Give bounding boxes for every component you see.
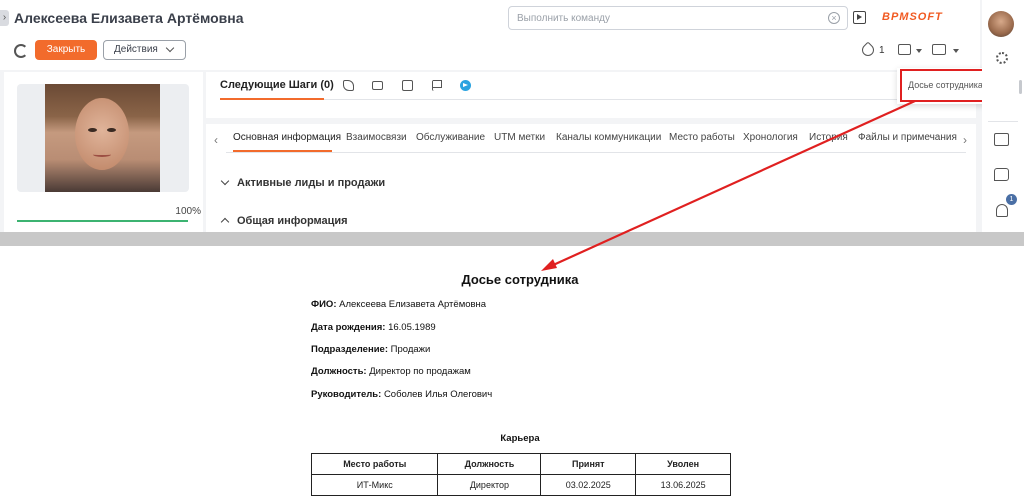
top-bar: › Алексеева Елизавета Артёмовна Выполнит… xyxy=(0,0,980,36)
brand-logo: BPMSOFT xyxy=(882,11,943,23)
table-cell: 13.06.2025 xyxy=(635,474,731,496)
tabs-divider xyxy=(226,152,966,153)
field-full-name: ФИО: Алексеева Елизавета Артёмовна xyxy=(311,299,486,310)
next-steps-panel: Следующие Шаги (0) xyxy=(206,72,976,118)
view-icon[interactable] xyxy=(932,44,946,55)
completion-bar-fill xyxy=(17,220,188,222)
bell-icon[interactable] xyxy=(996,204,1008,217)
completion-percent: 100% xyxy=(175,206,201,217)
career-title: Карьера xyxy=(500,433,540,444)
notification-badge: 1 xyxy=(1006,194,1017,205)
field-department: Подразделение: Продажи xyxy=(311,344,430,355)
active-tab-underline xyxy=(233,150,332,152)
table-cell: Директор xyxy=(437,474,542,496)
chevron-down-icon xyxy=(220,176,230,186)
scrollbar[interactable] xyxy=(1019,80,1022,94)
flag-icon[interactable] xyxy=(432,80,443,91)
employee-photo[interactable] xyxy=(45,84,160,192)
field-label: Подразделение: xyxy=(311,344,388,355)
photo-face xyxy=(75,98,129,170)
refresh-icon[interactable] xyxy=(14,44,28,58)
next-steps-title[interactable]: Следующие Шаги (0) xyxy=(220,79,334,91)
section-general[interactable]: Общая информация xyxy=(220,215,348,227)
field-position: Должность: Директор по продажам xyxy=(311,366,471,377)
tag-icon[interactable] xyxy=(859,41,877,59)
tabs-scroll-right-icon[interactable]: › xyxy=(963,133,967,147)
right-rail: 1 xyxy=(982,0,1024,232)
column-header: Должность xyxy=(437,453,542,475)
video-play-icon[interactable] xyxy=(853,11,866,24)
field-value: Алексеева Елизавета Артёмовна xyxy=(339,299,487,310)
tab-utm[interactable]: UTM метки xyxy=(494,132,545,143)
tag-count: 1 xyxy=(879,45,885,56)
tabs-scroll-left-icon[interactable]: ‹ xyxy=(214,133,218,147)
actions-button[interactable]: Действия xyxy=(103,40,186,60)
view-dropdown-icon[interactable] xyxy=(953,49,959,53)
photo-frame xyxy=(17,84,189,192)
record-toolbar: Закрыть Действия 1 xyxy=(0,36,980,70)
section-leads-label: Активные лиды и продажи xyxy=(237,177,386,189)
clear-icon[interactable]: × xyxy=(828,12,840,24)
table-cell: ИТ-Микс xyxy=(310,474,439,496)
completion-bar xyxy=(17,220,188,222)
gear-icon[interactable] xyxy=(996,52,1008,64)
profile-card: 100% xyxy=(4,72,203,232)
chevron-up-icon xyxy=(220,217,230,227)
tab-files[interactable]: Файлы и примечания xyxy=(858,132,957,143)
separator-strip xyxy=(0,232,1024,246)
field-value: Продажи xyxy=(390,344,431,355)
mail-icon[interactable] xyxy=(994,133,1009,146)
print-icon[interactable] xyxy=(898,44,911,55)
field-label: Руководитель: xyxy=(311,389,382,400)
tab-service[interactable]: Обслуживание xyxy=(416,132,485,143)
photo-eye-right xyxy=(107,128,116,132)
mail-icon[interactable] xyxy=(372,81,383,90)
column-header: Принят xyxy=(540,453,637,475)
tabs-panel: ‹ Основная информация Взаимосвязи Обслуж… xyxy=(206,124,976,232)
next-steps-active-underline xyxy=(220,98,324,100)
close-button[interactable]: Закрыть xyxy=(35,40,97,60)
tab-timeline[interactable]: Хронология xyxy=(743,132,798,143)
field-label: ФИО: xyxy=(311,299,337,310)
tab-channels[interactable]: Каналы коммуникации xyxy=(556,132,661,143)
page-title: Алексеева Елизавета Артёмовна xyxy=(14,10,244,26)
section-leads[interactable]: Активные лиды и продажи xyxy=(220,176,386,189)
command-search-input[interactable]: Выполнить команду × xyxy=(508,6,848,30)
tab-history[interactable]: История xyxy=(809,132,848,143)
photo-eye-left xyxy=(88,128,97,132)
tab-relations[interactable]: Взаимосвязи xyxy=(346,132,407,143)
rail-divider xyxy=(988,121,1018,122)
search-placeholder: Выполнить команду xyxy=(517,13,610,24)
collapse-handle[interactable]: › xyxy=(0,10,9,26)
tab-workplace[interactable]: Место работы xyxy=(669,132,735,143)
avatar[interactable] xyxy=(988,11,1014,37)
column-header: Уволен xyxy=(635,453,731,475)
print-dropdown-icon[interactable] xyxy=(916,49,922,53)
column-header: Место работы xyxy=(310,453,439,475)
field-birth-date: Дата рождения: 16.05.1989 xyxy=(311,322,436,333)
chat-icon[interactable] xyxy=(994,168,1009,181)
photo-mouth xyxy=(93,152,111,157)
table-cell: 03.02.2025 xyxy=(540,474,637,496)
chevron-down-icon xyxy=(165,43,175,53)
arrow-head xyxy=(541,259,557,271)
field-label: Должность: xyxy=(311,366,367,377)
app-window: › Алексеева Елизавета Артёмовна Выполнит… xyxy=(0,0,1024,232)
phone-icon[interactable] xyxy=(343,80,354,91)
tab-main-info[interactable]: Основная информация xyxy=(233,132,341,143)
career-table: Место работы Должность Принят Уволен ИТ-… xyxy=(310,453,731,496)
actions-label: Действия xyxy=(114,44,158,55)
table-header-row: Место работы Должность Принят Уволен xyxy=(310,453,731,475)
field-value: 16.05.1989 xyxy=(388,322,436,333)
next-steps-divider xyxy=(220,99,962,100)
field-value: Директор по продажам xyxy=(369,366,471,377)
telegram-icon[interactable] xyxy=(460,80,471,91)
field-manager: Руководитель: Соболев Илья Олегович xyxy=(311,389,492,400)
document-title: Досье сотрудника xyxy=(461,272,579,287)
document-icon[interactable] xyxy=(402,80,413,91)
field-value: Соболев Илья Олегович xyxy=(383,389,493,400)
table-row: ИТ-Микс Директор 03.02.2025 13.06.2025 xyxy=(310,474,731,496)
section-general-label: Общая информация xyxy=(237,215,348,227)
field-label: Дата рождения: xyxy=(311,322,386,333)
